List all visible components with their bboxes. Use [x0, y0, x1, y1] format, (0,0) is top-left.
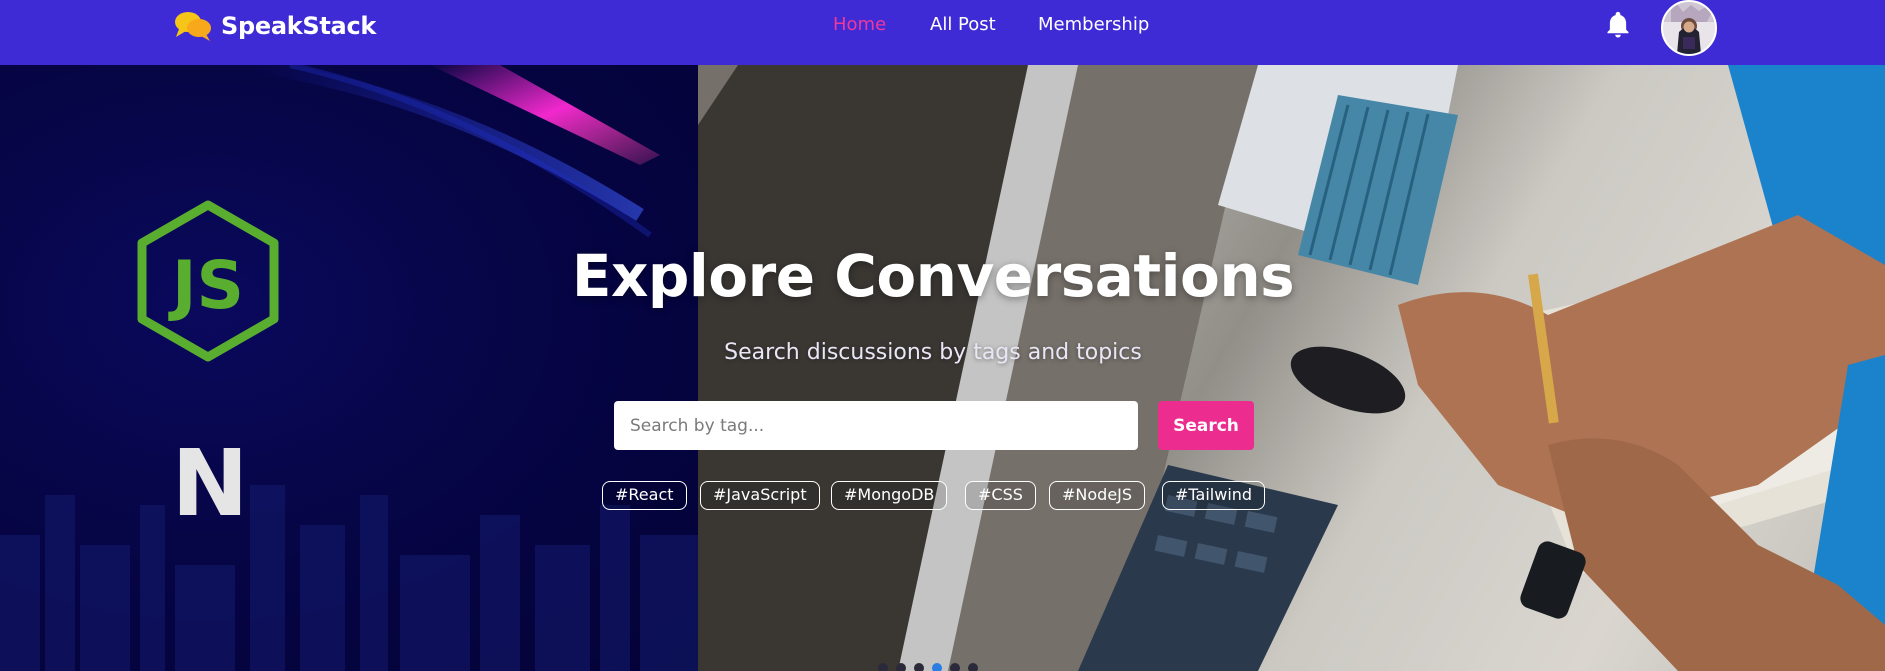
hero-subtitle: Search discussions by tags and topics — [724, 340, 1142, 365]
tag-css[interactable]: #CSS — [965, 481, 1036, 510]
hero-title: Explore Conversations — [571, 242, 1295, 310]
brand-name: SpeakStack — [221, 12, 377, 40]
top-navbar: SpeakStack Home All Post Membership — [0, 0, 1885, 65]
search-button[interactable]: Search — [1158, 401, 1254, 450]
avatar[interactable] — [1661, 0, 1717, 56]
slider-dot-active[interactable] — [932, 663, 942, 671]
hero-content: Explore Conversations Search discussions… — [0, 65, 1885, 671]
slider-dot[interactable] — [896, 663, 906, 671]
nav-link-home[interactable]: Home — [833, 14, 886, 35]
slider-dot[interactable] — [914, 663, 924, 671]
slider-pagination — [878, 663, 978, 671]
tag-react[interactable]: #React — [602, 481, 687, 510]
hero-slider: JS N Explore Conversations Search discus… — [0, 65, 1885, 671]
nav-link-all-post[interactable]: All Post — [930, 14, 996, 35]
tag-search-input[interactable] — [614, 401, 1138, 450]
slider-dot[interactable] — [878, 663, 888, 671]
nav-link-membership[interactable]: Membership — [1038, 14, 1149, 35]
brand[interactable]: SpeakStack — [173, 9, 376, 43]
slider-dot[interactable] — [968, 663, 978, 671]
tag-tailwind[interactable]: #Tailwind — [1162, 481, 1266, 510]
tag-mongodb[interactable]: #MongoDB — [831, 481, 948, 510]
bell-icon[interactable] — [1603, 10, 1633, 40]
tag-javascript[interactable]: #JavaScript — [700, 481, 820, 510]
slider-dot[interactable] — [950, 663, 960, 671]
tag-nodejs[interactable]: #NodeJS — [1049, 481, 1146, 510]
chat-bubbles-icon — [173, 10, 213, 42]
